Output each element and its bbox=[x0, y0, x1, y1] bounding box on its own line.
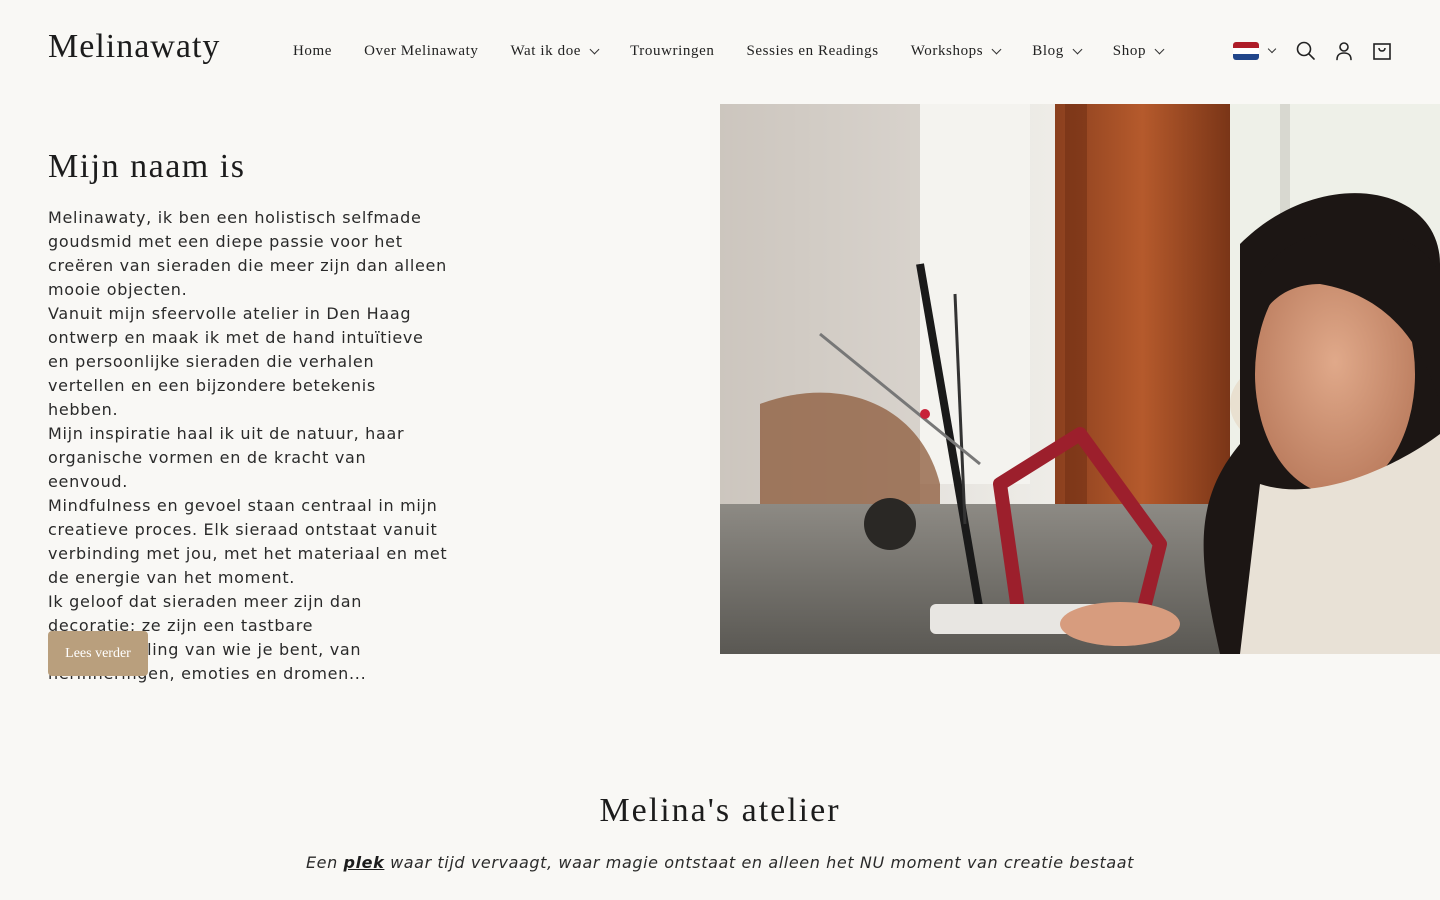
chevron-down-icon bbox=[589, 44, 600, 54]
language-selector[interactable] bbox=[1233, 40, 1281, 64]
chevron-down-icon bbox=[1154, 44, 1165, 54]
cart-icon[interactable] bbox=[1371, 40, 1393, 62]
chevron-down-icon bbox=[1267, 44, 1277, 54]
goldsmith-photo bbox=[720, 104, 1440, 654]
about-paragraph: Mindfulness en gevoel staan centraal in … bbox=[48, 496, 448, 587]
nav-item-label: Wat ik doe bbox=[510, 42, 582, 59]
plek-link[interactable]: plek bbox=[344, 853, 385, 872]
search-icon[interactable] bbox=[1295, 40, 1317, 62]
site-header: Melinawaty Home Over Melinawaty Wat ik d… bbox=[0, 0, 1440, 104]
nav-item-label: Home bbox=[293, 42, 333, 59]
nav-item-shop[interactable]: Shop bbox=[1112, 42, 1165, 60]
nav-item-sessies[interactable]: Sessies en Readings bbox=[746, 43, 878, 60]
nav-item-label: Workshops bbox=[910, 42, 984, 59]
nav-item-label: Blog bbox=[1032, 42, 1064, 59]
atelier-title: Melina's atelier bbox=[599, 792, 841, 829]
read-more-button[interactable]: Lees verder bbox=[48, 631, 148, 676]
nav-item-over-melinawaty[interactable]: Over Melinawaty bbox=[364, 43, 478, 60]
chevron-down-icon bbox=[1072, 44, 1083, 54]
account-icon[interactable] bbox=[1333, 40, 1355, 62]
site-logo[interactable]: Melinawaty bbox=[48, 28, 220, 66]
nav-item-label: Trouwringen bbox=[630, 42, 715, 59]
main-nav: Home Over Melinawaty Wat ik doe Trouwrin… bbox=[293, 40, 1195, 62]
nav-item-workshops[interactable]: Workshops bbox=[910, 42, 1002, 60]
nav-item-label: Over Melinawaty bbox=[364, 42, 479, 59]
about-paragraph: Mijn inspiratie haal ik uit de natuur, h… bbox=[48, 424, 405, 491]
about-section: Mijn naam is Melinawaty, ik ben een holi… bbox=[48, 148, 448, 686]
nav-item-trouwringen[interactable]: Trouwringen bbox=[630, 43, 714, 60]
netherlands-flag-icon bbox=[1233, 42, 1259, 60]
about-heading: Mijn naam is bbox=[48, 148, 246, 185]
nav-item-home[interactable]: Home bbox=[293, 43, 332, 60]
atelier-subtitle-text: waar tijd vervaagt, waar magie ontstaat … bbox=[384, 853, 1135, 872]
nav-item-label: Shop bbox=[1112, 42, 1147, 59]
about-paragraph: Vanuit mijn sfeervolle atelier in Den Ha… bbox=[48, 304, 424, 419]
nav-item-wat-ik-doe[interactable]: Wat ik doe bbox=[510, 42, 600, 60]
nav-item-blog[interactable]: Blog bbox=[1032, 42, 1083, 60]
atelier-subtitle-text: Een bbox=[305, 853, 344, 872]
nav-item-label: Sessies en Readings bbox=[746, 42, 879, 59]
about-paragraph: Melinawaty, ik ben een holistisch selfma… bbox=[48, 208, 447, 299]
chevron-down-icon bbox=[991, 44, 1002, 54]
atelier-subtitle: Een plek waar tijd vervaagt, waar magie … bbox=[0, 853, 1440, 872]
